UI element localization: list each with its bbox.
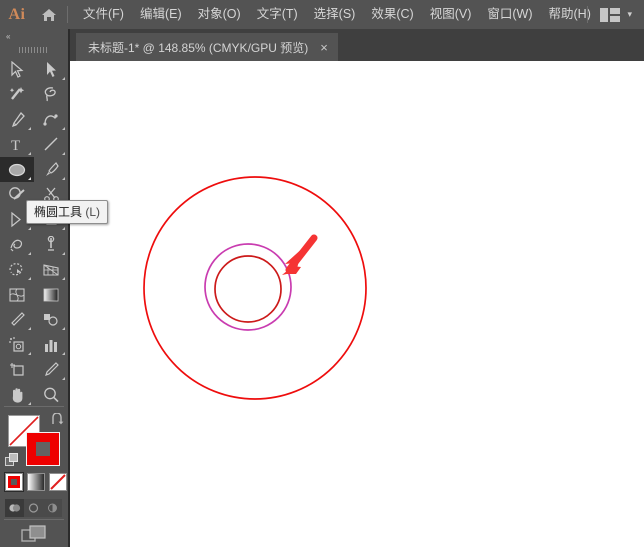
ellipse-tool-icon[interactable]: [0, 157, 34, 182]
mesh-tool-icon[interactable]: [0, 282, 34, 307]
color-controls: [0, 411, 68, 547]
menu-bar: Ai 文件(F) 编辑(E) 对象(O) 文字(T) 选择(S) 效果(C) 视…: [0, 0, 644, 29]
menu-type[interactable]: 文字(T): [249, 4, 306, 25]
close-icon[interactable]: ×: [320, 41, 328, 54]
menu-object[interactable]: 对象(O): [190, 4, 249, 25]
menu-view[interactable]: 视图(V): [422, 4, 480, 25]
toolbar-divider-top: [4, 406, 64, 407]
tool-grid: T: [0, 57, 68, 407]
menu-divider: [67, 6, 68, 23]
symbol-sprayer-tool-icon[interactable]: [0, 332, 34, 357]
gradient-swatch-button[interactable]: [27, 473, 45, 491]
artboard-canvas[interactable]: [70, 61, 644, 547]
menu-item-list: 文件(F) 编辑(E) 对象(O) 文字(T) 选择(S) 效果(C) 视图(V…: [75, 4, 599, 25]
line-segment-tool-icon[interactable]: [34, 132, 68, 157]
drawing-mode-buttons: [5, 499, 62, 517]
menu-edit[interactable]: 编辑(E): [132, 4, 190, 25]
change-screen-mode-icon[interactable]: [0, 523, 68, 547]
tooltip-shortcut: (L): [85, 205, 101, 219]
menu-effect[interactable]: 效果(C): [363, 4, 421, 25]
default-fill-stroke-icon[interactable]: [5, 453, 19, 472]
draw-inside-button[interactable]: [43, 499, 62, 517]
artboard-tool-icon[interactable]: [0, 357, 34, 382]
document-tab-label: 未标题-1* @ 148.85% (CMYK/GPU 预览): [88, 40, 309, 55]
arrow-annotation: [282, 234, 318, 275]
lasso-tool-icon[interactable]: [34, 82, 68, 107]
gradient-tool-icon[interactable]: [34, 282, 68, 307]
perspective-grid-tool-icon[interactable]: [34, 257, 68, 282]
free-transform-tool-icon[interactable]: [0, 232, 34, 257]
magic-wand-tool-icon[interactable]: [0, 82, 34, 107]
direct-selection-tool-icon[interactable]: [34, 57, 68, 82]
tool-tooltip: 椭圆工具 (L): [26, 200, 109, 224]
tools-panel: « T: [0, 29, 70, 547]
document-tab-bar: 未标题-1* @ 148.85% (CMYK/GPU 预览) ×: [70, 29, 644, 61]
puppet-warp-tool-icon[interactable]: [34, 232, 68, 257]
outer-circle[interactable]: [143, 176, 367, 400]
blend-tool-icon[interactable]: [34, 307, 68, 332]
home-icon[interactable]: [34, 7, 64, 23]
document-tab[interactable]: 未标题-1* @ 148.85% (CMYK/GPU 预览) ×: [76, 33, 338, 61]
none-swatch-button[interactable]: [49, 473, 67, 491]
swatch-mode-buttons: [4, 472, 67, 492]
middle-circle[interactable]: [204, 243, 292, 331]
panel-drag-handle[interactable]: [0, 43, 68, 57]
pen-tool-icon[interactable]: [0, 107, 34, 132]
column-graph-tool-icon[interactable]: [34, 332, 68, 357]
chevron-down-icon[interactable]: ▾: [624, 9, 640, 20]
zoom-tool-icon[interactable]: [34, 382, 68, 407]
workspace-layout-icon[interactable]: [596, 7, 624, 22]
stroke-color-swatch[interactable]: [26, 432, 60, 466]
canvas-svg: [143, 176, 367, 400]
menu-file[interactable]: 文件(F): [75, 4, 132, 25]
toolbar-divider-bottom: [4, 519, 64, 520]
menubar-right-divider: [587, 6, 589, 23]
menu-select[interactable]: 选择(S): [306, 4, 364, 25]
curvature-tool-icon[interactable]: [34, 107, 68, 132]
paintbrush-tool-icon[interactable]: [34, 157, 68, 182]
inner-circle[interactable]: [214, 255, 282, 323]
hand-tool-icon[interactable]: [0, 382, 34, 407]
slice-tool-icon[interactable]: [34, 357, 68, 382]
draw-normal-button[interactable]: [5, 499, 24, 517]
swap-fill-stroke-icon[interactable]: [50, 412, 64, 431]
menu-window[interactable]: 窗口(W): [479, 4, 540, 25]
ai-logo: Ai: [8, 6, 26, 23]
shape-builder-tool-icon[interactable]: [0, 257, 34, 282]
collapse-panel-icon[interactable]: «: [0, 29, 68, 43]
illustrator-window: Ai 文件(F) 编辑(E) 对象(O) 文字(T) 选择(S) 效果(C) 视…: [0, 0, 644, 547]
tooltip-label: 椭圆工具: [34, 205, 83, 219]
type-tool-icon[interactable]: T: [0, 132, 34, 157]
menubar-right-group: ▾: [587, 0, 640, 29]
svg-text:T: T: [11, 138, 20, 153]
eyedropper-tool-icon[interactable]: [0, 307, 34, 332]
selection-tool-icon[interactable]: [0, 57, 34, 82]
draw-behind-button[interactable]: [24, 499, 43, 517]
color-swatch-button[interactable]: [4, 472, 24, 492]
